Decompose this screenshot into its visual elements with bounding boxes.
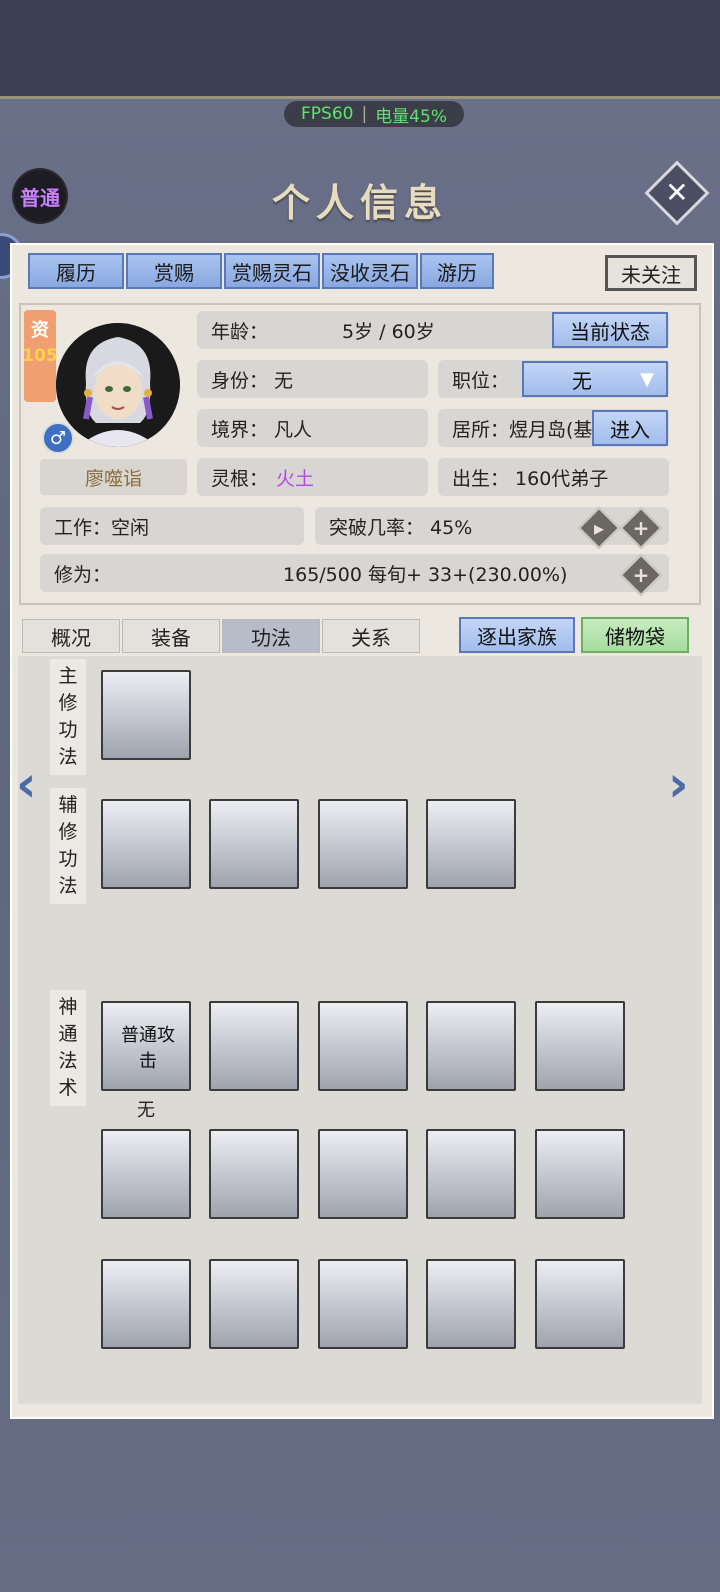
- tab-travel[interactable]: 游历: [420, 253, 494, 289]
- character-name: 廖噬诣: [40, 459, 187, 495]
- divine-art-caption: 无: [137, 1100, 155, 1121]
- divine-art-slot[interactable]: [318, 1129, 408, 1219]
- divine-art-slot[interactable]: [209, 1259, 299, 1349]
- plus-icon: +: [632, 563, 650, 587]
- position-dropdown[interactable]: 无 ▼: [522, 361, 668, 397]
- divine-art-slot[interactable]: 普通攻击: [101, 1001, 191, 1091]
- realm-field: 境界： 凡人: [197, 409, 428, 447]
- follow-button[interactable]: 未关注: [605, 255, 697, 291]
- spirit-root-value: 火土: [276, 467, 315, 490]
- tab-equipment[interactable]: 装备: [122, 619, 220, 653]
- mid-tabs: 概况 装备 功法 关系: [22, 619, 420, 653]
- fps-text: FPS60: [301, 104, 354, 124]
- tab-history[interactable]: 履历: [28, 253, 124, 289]
- position-label: 职位：: [452, 369, 510, 392]
- spirit-root-label: 灵根：: [211, 467, 269, 490]
- divine-art-slot[interactable]: [426, 1259, 516, 1349]
- divine-art-name: 普通攻击: [121, 1025, 175, 1072]
- tab-reward[interactable]: 赏赐: [126, 253, 222, 289]
- aptitude-value: 105: [22, 346, 58, 366]
- tab-reward-stones[interactable]: 赏赐灵石: [224, 253, 320, 289]
- divine-art-slot[interactable]: [101, 1259, 191, 1349]
- top-tabs: 履历 赏赐 赏赐灵石 没收灵石 游历: [28, 253, 494, 289]
- aptitude-label: 资: [31, 320, 49, 341]
- enter-button[interactable]: 进入: [592, 410, 668, 446]
- divine-arts-label: 神通法术: [50, 990, 86, 1106]
- identity-field: 身份： 无: [197, 360, 428, 398]
- tab-confiscate-stones[interactable]: 没收灵石: [322, 253, 418, 289]
- storage-bag-button[interactable]: 储物袋: [581, 617, 689, 653]
- divine-art-slot[interactable]: [535, 1001, 625, 1091]
- age-label: 年龄：: [211, 320, 269, 343]
- aux-method-slot[interactable]: [426, 799, 516, 889]
- position-value: 无: [572, 368, 592, 393]
- aux-method-slot[interactable]: [209, 799, 299, 889]
- divine-art-slot[interactable]: [318, 1259, 408, 1349]
- avatar-portrait: [56, 323, 180, 447]
- divine-art-slot[interactable]: [535, 1129, 625, 1219]
- aux-method-label: 辅修功法: [50, 788, 86, 904]
- cultivation-label: 修为：: [54, 563, 112, 586]
- divine-art-slot[interactable]: [209, 1129, 299, 1219]
- prev-arrow-icon[interactable]: ‹: [16, 759, 42, 809]
- birth-field: 出生： 160代弟子: [438, 458, 669, 496]
- aptitude-badge: 资 105: [22, 310, 58, 402]
- main-method-slot[interactable]: [101, 670, 191, 760]
- battery-text: 电量45%: [375, 106, 447, 127]
- avatar[interactable]: [56, 323, 180, 447]
- spirit-root-row: 灵根： 火土: [197, 458, 428, 496]
- play-icon: ▸: [593, 516, 605, 540]
- tab-overview[interactable]: 概况: [22, 619, 120, 653]
- aux-method-slot[interactable]: [318, 799, 408, 889]
- tab-methods[interactable]: 功法: [222, 619, 320, 653]
- chevron-down-icon: ▼: [640, 369, 654, 390]
- close-icon: ✕: [665, 176, 689, 209]
- tab-relations[interactable]: 关系: [322, 619, 420, 653]
- work-field: 工作：空闲: [40, 507, 304, 545]
- main-method-label: 主修功法: [50, 659, 86, 775]
- divine-art-slot[interactable]: [101, 1129, 191, 1219]
- current-state-button[interactable]: 当前状态: [552, 312, 668, 348]
- fps-battery-indicator: FPS60 | 电量45%: [284, 101, 464, 127]
- divine-art-slot[interactable]: [426, 1129, 516, 1219]
- age-value: 5岁 / 60岁: [342, 320, 435, 343]
- divine-art-slot[interactable]: [318, 1001, 408, 1091]
- cultivation-value: 165/500 每旬+ 33+(230.00%): [283, 563, 568, 586]
- divine-art-slot[interactable]: [426, 1001, 516, 1091]
- expel-button[interactable]: 逐出家族: [459, 617, 575, 653]
- aux-method-slot[interactable]: [101, 799, 191, 889]
- cultivation-row: 修为： 165/500 每旬+ 33+(230.00%): [40, 554, 669, 592]
- next-arrow-icon[interactable]: ›: [668, 759, 694, 809]
- separator: |: [361, 104, 368, 124]
- top-bar: [0, 0, 720, 99]
- plus-icon: +: [632, 516, 650, 540]
- page-title: 个人信息: [271, 180, 448, 225]
- divine-art-slot[interactable]: [535, 1259, 625, 1349]
- gender-male-icon: ♂: [42, 422, 74, 454]
- divine-art-slot[interactable]: [209, 1001, 299, 1091]
